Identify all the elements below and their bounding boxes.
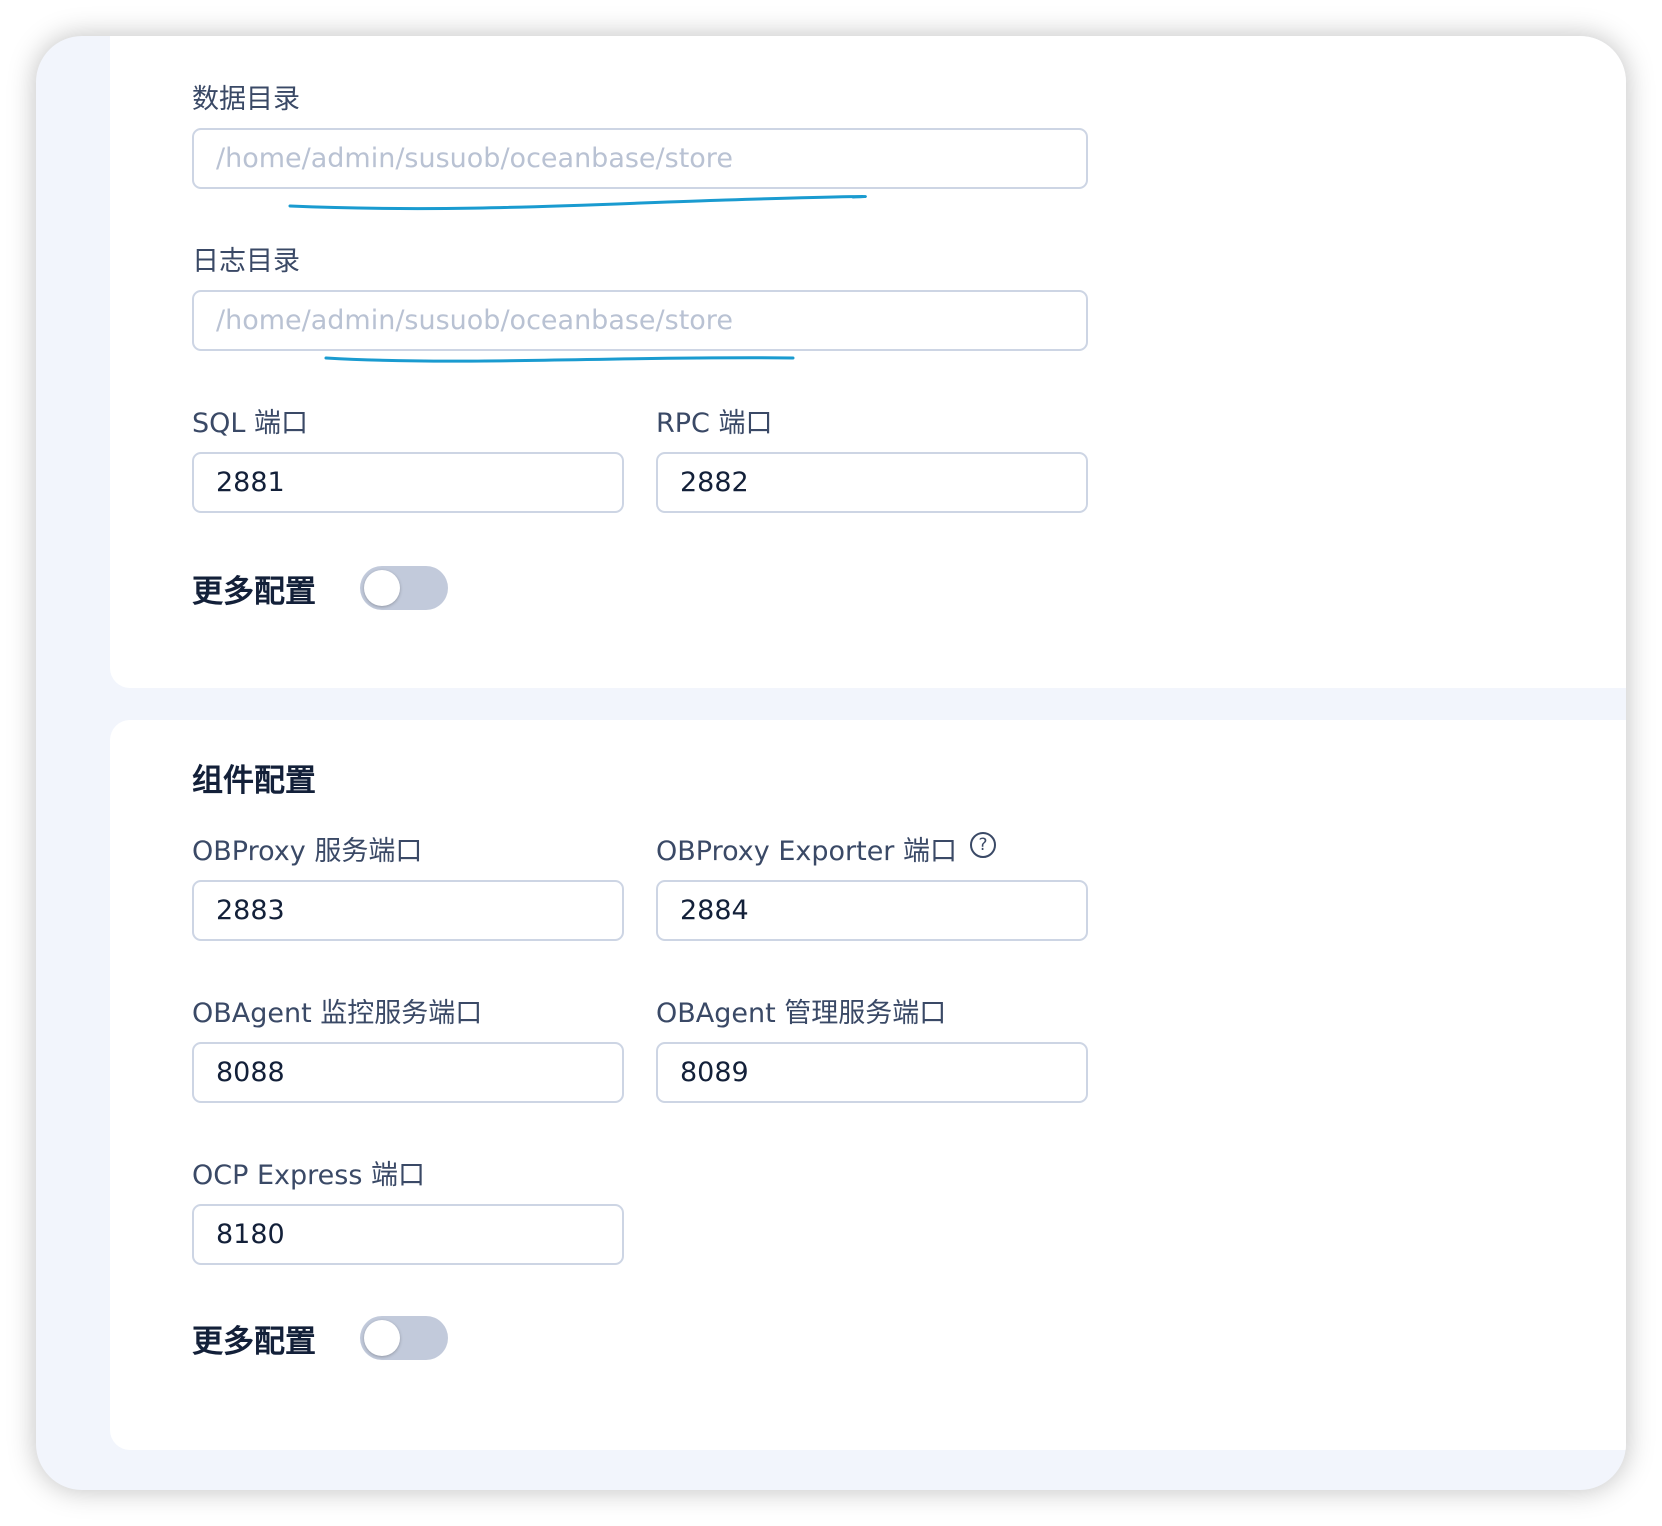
more-config-toggle[interactable] — [360, 566, 448, 610]
obagent-manager-port-input[interactable] — [656, 1042, 1088, 1103]
toggle-knob — [364, 1320, 400, 1356]
toggle-knob — [364, 570, 400, 606]
sql-port-label: SQL 端口 — [192, 408, 309, 439]
question-circle-icon[interactable]: ? — [970, 832, 996, 858]
more-config-label: 更多配置 — [192, 1324, 316, 1360]
rpc-port-label: RPC 端口 — [656, 408, 773, 439]
data-dir-input[interactable] — [192, 128, 1088, 189]
obproxy-exporter-port-input[interactable] — [656, 880, 1088, 941]
obagent-manager-port-label: OBAgent 管理服务端口 — [656, 998, 947, 1029]
log-dir-label: 日志目录 — [192, 246, 300, 277]
app-window: 数据目录 日志目录 SQL 端口 RPC 端口 更多配置 组件配置 OBProx… — [36, 36, 1626, 1490]
sql-port-input[interactable] — [192, 452, 624, 513]
component-config-card: 组件配置 OBProxy 服务端口 OBProxy Exporter 端口 ? … — [110, 720, 1626, 1450]
obproxy-exporter-port-label: OBProxy Exporter 端口 — [656, 836, 957, 867]
obagent-monitor-port-label: OBAgent 监控服务端口 — [192, 998, 483, 1029]
ocp-express-port-label: OCP Express 端口 — [192, 1160, 425, 1191]
more-config-toggle[interactable] — [360, 1316, 448, 1360]
obagent-monitor-port-input[interactable] — [192, 1042, 624, 1103]
obproxy-port-input[interactable] — [192, 880, 624, 941]
ocp-express-port-input[interactable] — [192, 1204, 624, 1265]
obproxy-port-label: OBProxy 服务端口 — [192, 836, 423, 867]
data-dir-label: 数据目录 — [192, 84, 300, 115]
deploy-config-card: 数据目录 日志目录 SQL 端口 RPC 端口 更多配置 — [110, 36, 1626, 688]
log-dir-input[interactable] — [192, 290, 1088, 351]
more-config-label: 更多配置 — [192, 574, 316, 610]
rpc-port-input[interactable] — [656, 452, 1088, 513]
section-title: 组件配置 — [192, 763, 316, 799]
